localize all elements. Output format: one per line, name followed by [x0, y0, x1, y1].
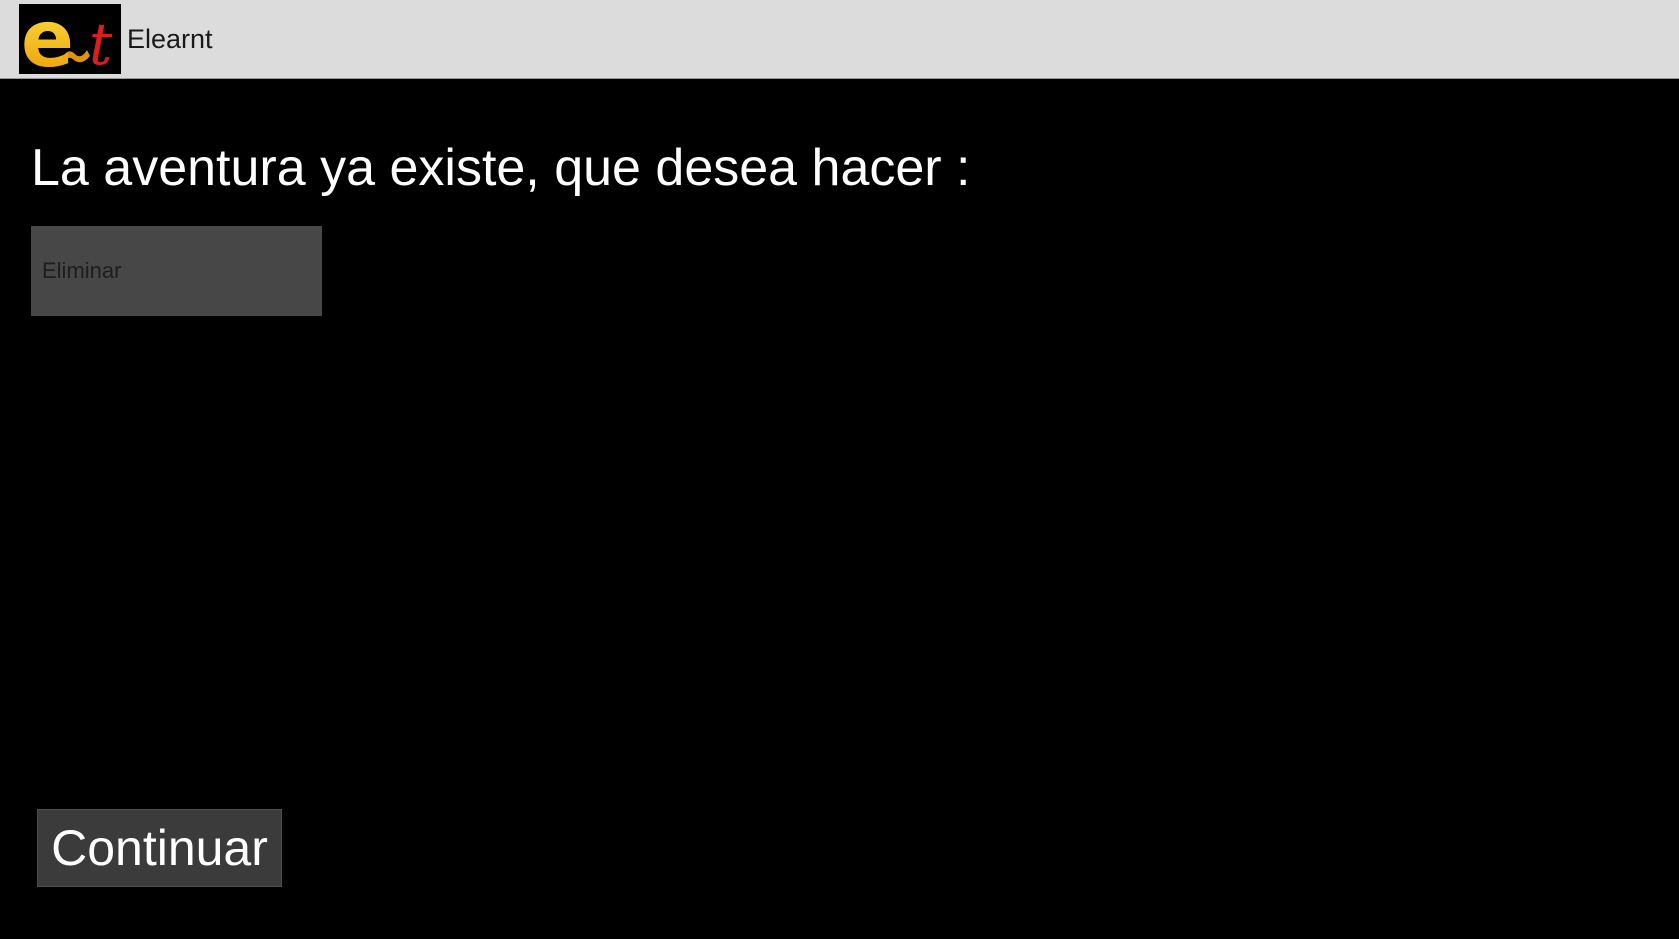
svg-text:e: e [21, 4, 74, 74]
app-bar: e t Elearnt [0, 0, 1679, 79]
continue-button[interactable]: Continuar [37, 809, 282, 887]
prompt-heading: La aventura ya existe, que desea hacer : [31, 139, 971, 197]
elearnt-logo-icon: e t [19, 4, 121, 74]
action-select-value: Eliminar [42, 258, 122, 283]
svg-text:t: t [89, 10, 113, 74]
main-content: La aventura ya existe, que desea hacer :… [0, 79, 1679, 939]
action-select[interactable]: Eliminar [31, 226, 322, 316]
app-title: Elearnt [127, 24, 213, 54]
